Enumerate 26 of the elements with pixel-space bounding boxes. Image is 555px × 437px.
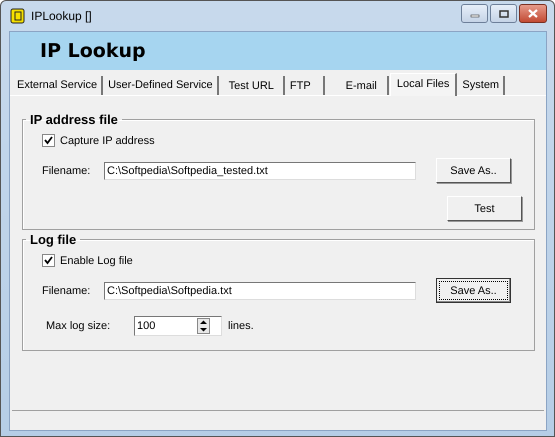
max-log-size-spinner[interactable]: 100 (134, 316, 222, 336)
window-title: IPLookup [] (31, 9, 92, 23)
filename-label: Filename: (42, 284, 92, 296)
app-title: IP Lookup (40, 40, 146, 62)
group-title: Log file (29, 232, 78, 247)
spin-arrows-icon[interactable] (197, 318, 210, 334)
maximize-button[interactable] (490, 4, 517, 23)
app-icon (10, 8, 26, 24)
maximize-icon (498, 10, 508, 18)
save-as-button[interactable]: Save As.. (436, 158, 511, 183)
checkbox-label: Capture IP address (60, 134, 155, 146)
close-button[interactable] (519, 4, 547, 23)
close-icon (528, 9, 538, 18)
lines-label: lines. (228, 320, 254, 332)
filename-field[interactable]: C:\Softpedia\Softpedia_tested.txt (104, 162, 416, 180)
checkbox-label: Enable Log file (60, 254, 133, 266)
save-as-button[interactable]: Save As.. (436, 278, 511, 303)
filename-field[interactable]: C:\Softpedia\Softpedia.txt (104, 282, 416, 300)
max-log-size-label: Max log size: (45, 320, 112, 332)
filename-label: Filename: (42, 164, 92, 176)
tab[interactable]: Local Files (390, 73, 458, 96)
checkbox[interactable] (42, 254, 55, 267)
group-title: IP address file (29, 112, 119, 127)
test-button[interactable]: Test (447, 196, 522, 221)
checkbox[interactable] (42, 134, 55, 147)
minimize-button[interactable] (461, 4, 488, 23)
